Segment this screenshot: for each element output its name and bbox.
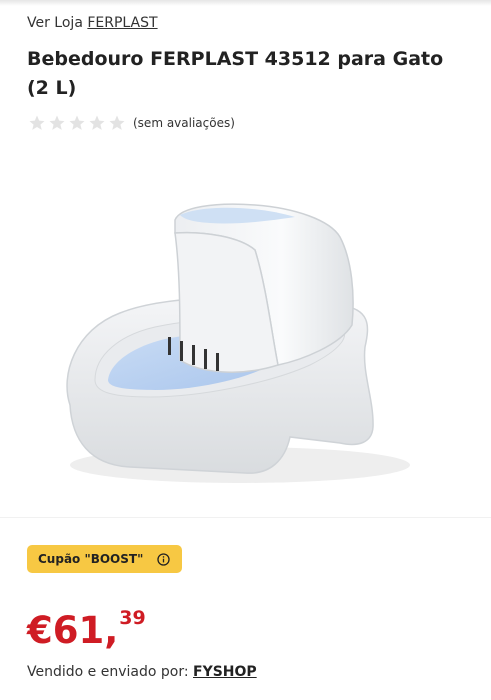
store-prefix: Ver Loja [27,15,83,31]
price-integer: €61, [27,609,119,652]
star-icon [109,115,125,130]
seller-prefix: Vendido e enviado por: [27,664,189,680]
cat-water-fountain-image[interactable] [40,175,450,510]
seller-line: Vendido e enviado por: FYSHOP [27,664,257,680]
product-page: Ver Loja FERPLAST Bebedouro FERPLAST 435… [0,0,491,700]
star-icon [69,115,85,130]
top-shadow [0,0,491,6]
price-cents: 39 [119,607,146,629]
coupon-badge[interactable]: Cupão "BOOST" [27,545,183,573]
section-divider [0,517,491,518]
rating-row[interactable]: (sem avaliações) [28,113,235,133]
product-title: Bebedouro FERPLAST 43512 para Gato (2 L) [27,48,444,99]
rating-text: (sem avaliações) [133,116,235,130]
price: €61,39 [27,609,146,652]
store-line: Ver Loja FERPLAST [27,15,158,31]
star-icon [29,115,45,130]
store-link[interactable]: FERPLAST [87,15,157,31]
star-icon [49,115,65,130]
rating-stars [28,114,126,132]
star-icon [89,115,105,130]
seller-link[interactable]: FYSHOP [193,664,257,680]
coupon-label: Cupão "BOOST" [38,552,144,566]
info-icon[interactable] [157,552,171,566]
